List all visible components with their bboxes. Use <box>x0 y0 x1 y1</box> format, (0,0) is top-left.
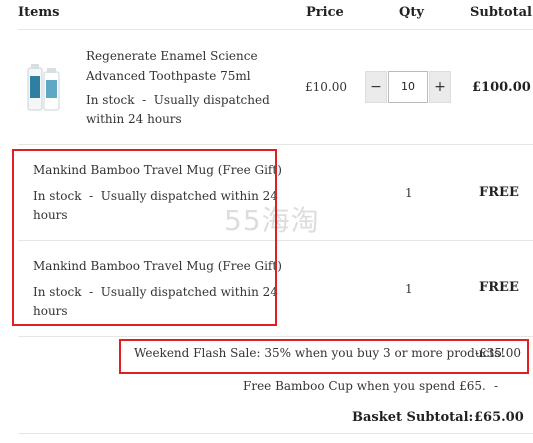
divider <box>18 433 533 434</box>
basket-subtotal-label: Basket Subtotal: <box>352 410 474 425</box>
gift-subtotal: FREE <box>479 185 519 200</box>
stock-status-cont: within 24 hours <box>86 112 182 126</box>
qty-header: Qty <box>399 5 424 20</box>
gift-items-highlight <box>12 149 277 326</box>
decrease-qty-button[interactable]: − <box>365 71 387 103</box>
gift-qty: 1 <box>405 186 413 200</box>
quantity-stepper: − 10 + <box>365 71 451 103</box>
subtotal-header: Subtotal <box>470 5 532 20</box>
quantity-input[interactable]: 10 <box>388 71 428 103</box>
divider <box>18 29 533 30</box>
toothpaste-tube-icon[interactable] <box>24 62 64 114</box>
product-name-line2[interactable]: Advanced Toothpaste 75ml <box>86 66 251 86</box>
divider <box>18 336 533 337</box>
stock-status: In stock - Usually dispatched <box>86 93 270 107</box>
items-header: Items <box>18 5 60 20</box>
price-header: Price <box>306 5 344 20</box>
unit-price: £10.00 <box>305 80 347 94</box>
free-cup-value: - <box>494 379 499 393</box>
line-subtotal: £100.00 <box>472 80 531 95</box>
gift-qty: 1 <box>405 282 413 296</box>
increase-qty-button[interactable]: + <box>429 71 451 103</box>
basket-subtotal-value: £65.00 <box>474 410 524 425</box>
product-name-line1[interactable]: Regenerate Enamel Science <box>86 46 258 66</box>
free-cup-label: Free Bamboo Cup when you spend £65. <box>243 379 486 393</box>
promo-highlight <box>119 339 529 374</box>
gift-subtotal: FREE <box>479 280 519 295</box>
divider <box>18 144 533 145</box>
